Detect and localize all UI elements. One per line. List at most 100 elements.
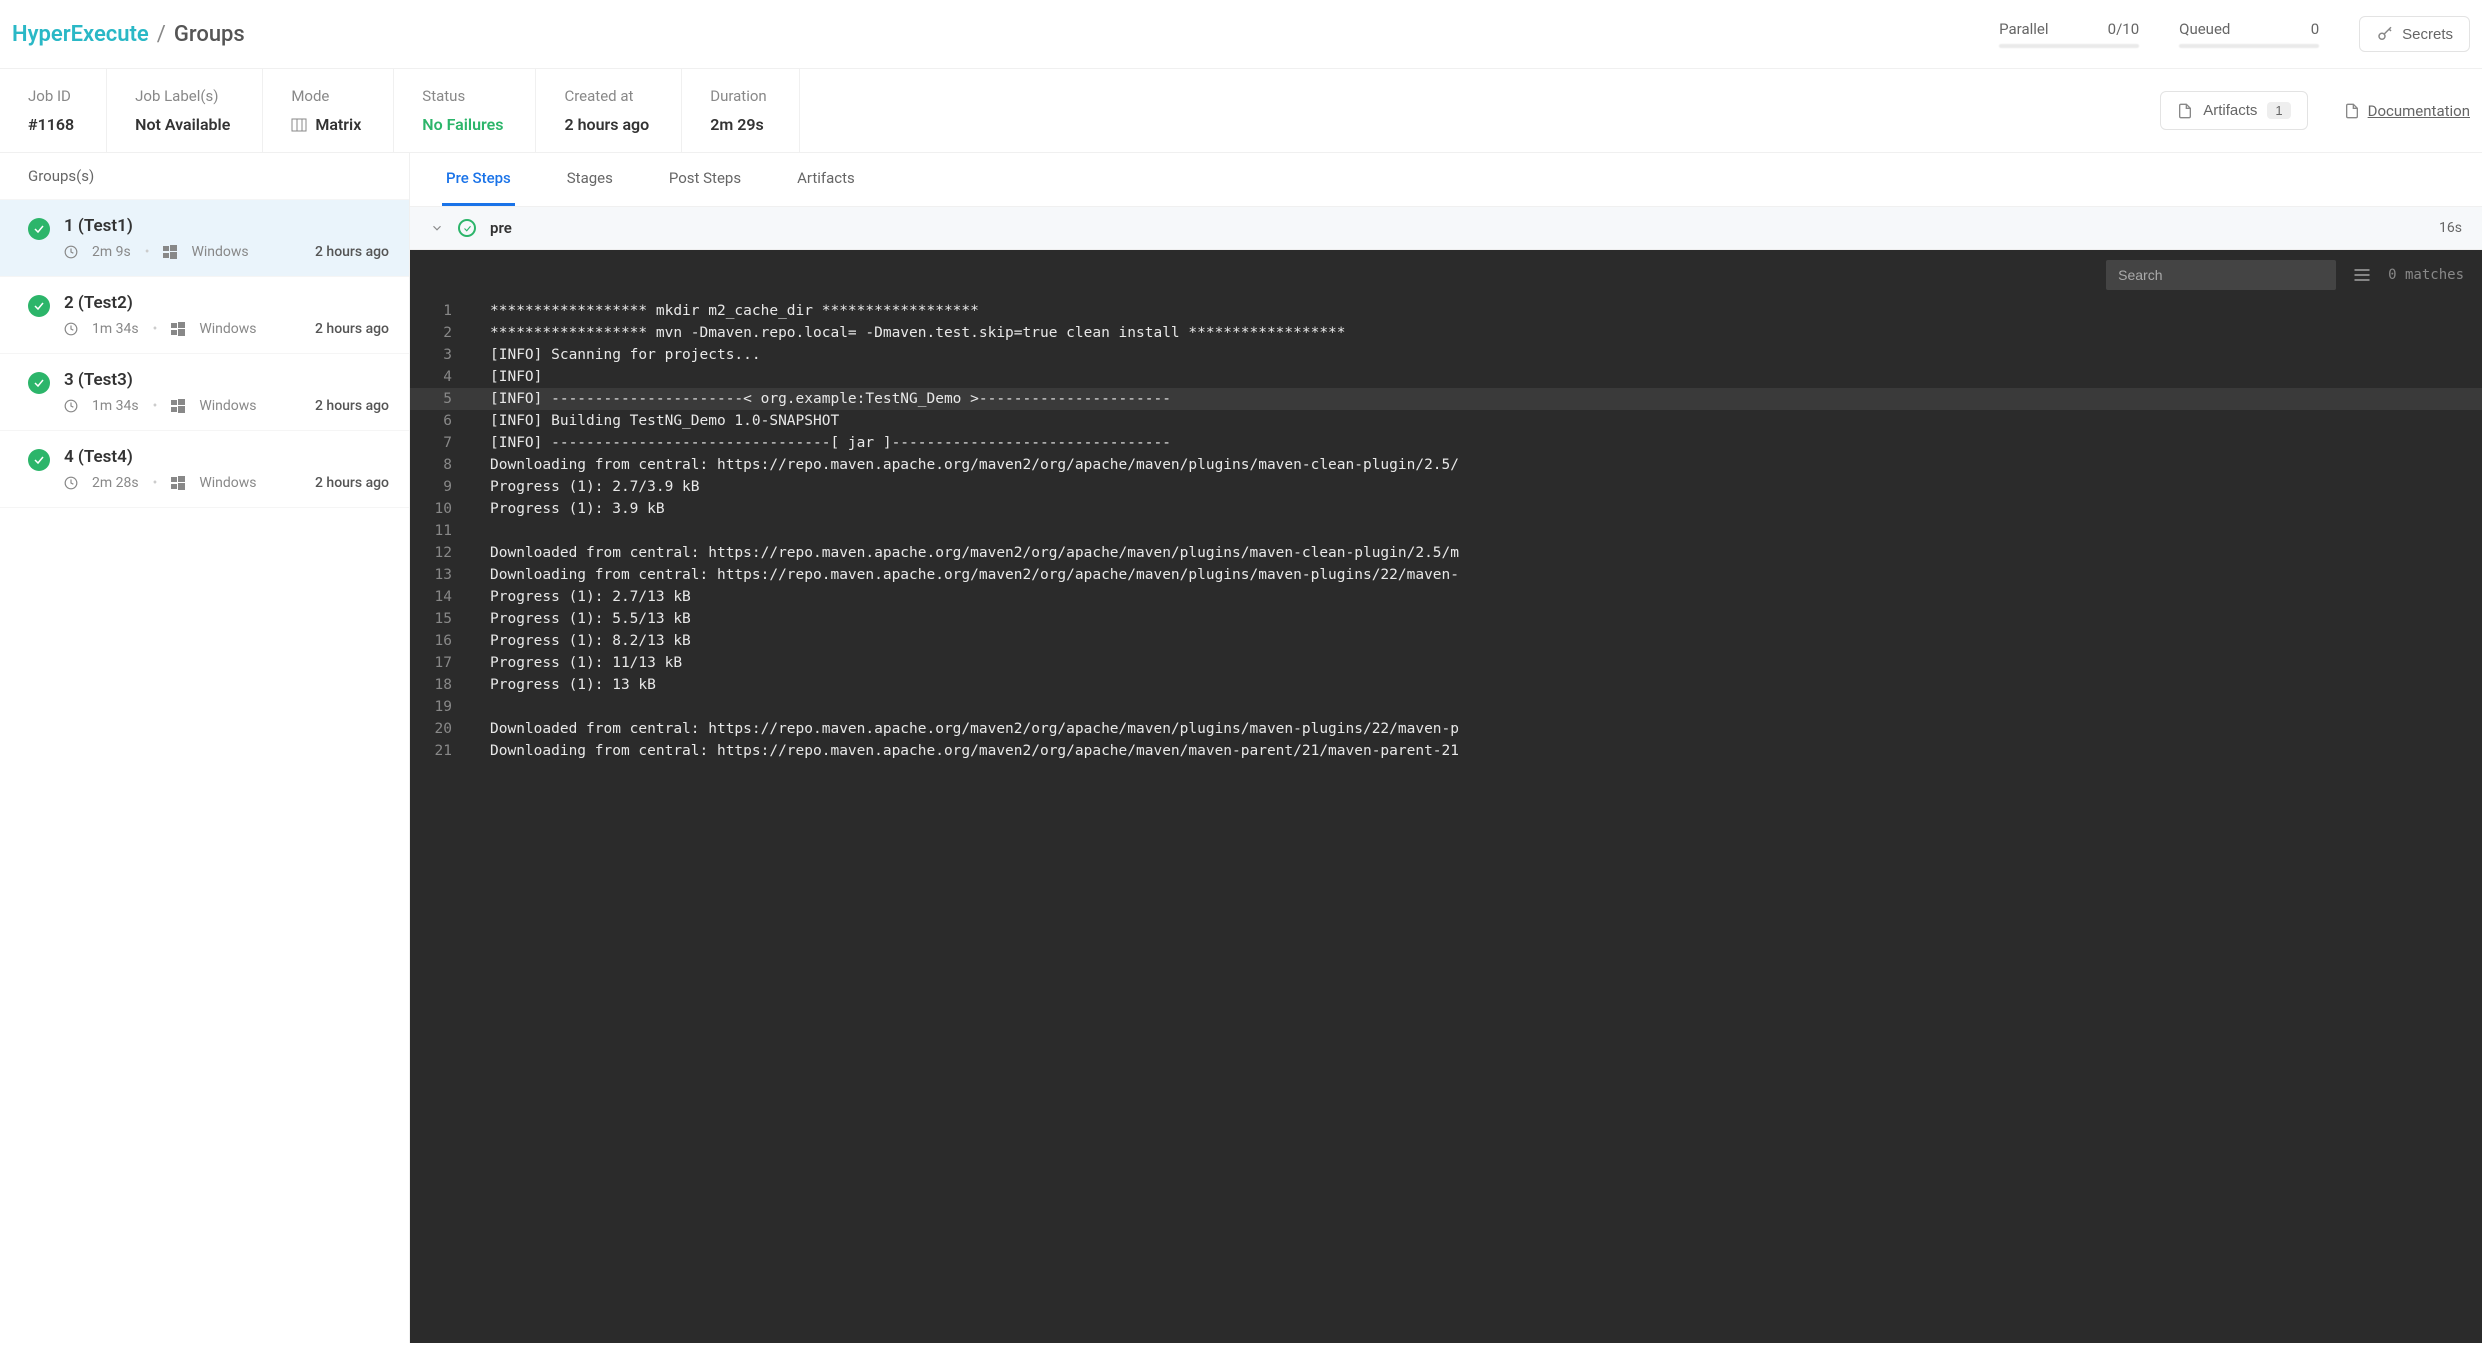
secrets-button[interactable]: Secrets (2359, 16, 2470, 52)
console-line: 5[INFO] ----------------------< org.exam… (410, 388, 2482, 410)
word-wrap-icon[interactable] (2352, 265, 2372, 285)
group-os: Windows (199, 475, 256, 491)
line-content: [INFO] Building TestNG_Demo 1.0-SNAPSHOT (470, 410, 839, 432)
line-number: 5 (410, 388, 470, 410)
line-content: [INFO] Scanning for projects... (470, 344, 761, 366)
key-icon (2376, 25, 2394, 43)
tab-post-steps[interactable]: Post Steps (665, 153, 745, 206)
line-content: Progress (1): 5.5/13 kB (470, 608, 691, 630)
clock-icon (64, 245, 78, 259)
meta-mode: Mode Matrix (263, 69, 394, 152)
group-item[interactable]: 2 (Test2) 1m 34s • Windows 2 hours ago (0, 277, 409, 354)
console-line: 12Downloaded from central: https://repo.… (410, 542, 2482, 564)
secrets-label: Secrets (2402, 26, 2453, 43)
brand-link[interactable]: HyperExecute (12, 22, 149, 47)
group-timeago: 2 hours ago (315, 475, 389, 491)
step-header[interactable]: pre 16s (410, 207, 2482, 250)
console-search-input[interactable] (2106, 260, 2336, 290)
console-line: 20Downloaded from central: https://repo.… (410, 718, 2482, 740)
clock-icon (64, 476, 78, 490)
queued-stat: Queued 0 (2179, 20, 2319, 48)
line-number: 3 (410, 344, 470, 366)
artifacts-button[interactable]: Artifacts 1 (2160, 91, 2307, 130)
parallel-stat: Parallel 0/10 (1999, 20, 2139, 48)
group-item[interactable]: 4 (Test4) 2m 28s • Windows 2 hours ago (0, 431, 409, 508)
console-line: 17Progress (1): 11/13 kB (410, 652, 2482, 674)
chevron-down-icon[interactable] (430, 221, 444, 235)
line-number: 15 (410, 608, 470, 630)
queued-label: Queued (2179, 20, 2230, 38)
content-pane: Pre Steps Stages Post Steps Artifacts pr… (410, 153, 2482, 1343)
line-number: 11 (410, 520, 470, 542)
group-timeago: 2 hours ago (315, 398, 389, 414)
step-name: pre (490, 219, 512, 237)
tabs: Pre Steps Stages Post Steps Artifacts (410, 153, 2482, 207)
line-content: Downloading from central: https://repo.m… (470, 454, 1459, 476)
console-body[interactable]: 1****************** mkdir m2_cache_dir *… (410, 300, 2482, 1343)
line-content: Progress (1): 8.2/13 kB (470, 630, 691, 652)
line-content: Progress (1): 3.9 kB (470, 498, 665, 520)
windows-icon (171, 322, 185, 336)
group-os: Windows (191, 244, 248, 260)
group-item[interactable]: 1 (Test1) 2m 9s • Windows 2 hours ago (0, 200, 409, 277)
tab-artifacts[interactable]: Artifacts (793, 153, 859, 206)
matrix-icon (291, 118, 307, 132)
success-icon (28, 372, 50, 394)
group-item[interactable]: 3 (Test3) 1m 34s • Windows 2 hours ago (0, 354, 409, 431)
tab-pre-steps[interactable]: Pre Steps (442, 153, 515, 206)
console-line: 15Progress (1): 5.5/13 kB (410, 608, 2482, 630)
clock-icon (64, 322, 78, 336)
line-number: 13 (410, 564, 470, 586)
group-duration: 1m 34s (92, 321, 139, 337)
artifacts-count-badge: 1 (2267, 102, 2290, 119)
line-number: 10 (410, 498, 470, 520)
meta-created: Created at 2 hours ago (536, 69, 682, 152)
windows-icon (171, 476, 185, 490)
line-content (470, 520, 490, 542)
queued-bar (2179, 44, 2319, 48)
artifacts-label: Artifacts (2203, 102, 2257, 119)
line-content: [INFO] --------------------------------[… (470, 432, 1171, 454)
line-content: Downloading from central: https://repo.m… (470, 740, 1459, 762)
line-number: 19 (410, 696, 470, 718)
parallel-label: Parallel (1999, 20, 2048, 38)
queued-value: 0 (2311, 20, 2319, 38)
line-number: 7 (410, 432, 470, 454)
line-number: 1 (410, 300, 470, 322)
clock-icon (64, 399, 78, 413)
meta-job-id: Job ID #1168 (0, 69, 107, 152)
group-title: 3 (Test3) (64, 370, 389, 390)
search-matches: 0 matches (2388, 267, 2464, 283)
line-number: 17 (410, 652, 470, 674)
line-content: Downloaded from central: https://repo.ma… (470, 718, 1459, 740)
line-content: Downloaded from central: https://repo.ma… (470, 542, 1459, 564)
group-title: 1 (Test1) (64, 216, 389, 236)
header-stats: Parallel 0/10 Queued 0 Secrets (1999, 16, 2470, 52)
top-header: HyperExecute / Groups Parallel 0/10 Queu… (0, 0, 2482, 69)
line-content: Progress (1): 11/13 kB (470, 652, 682, 674)
group-title: 2 (Test2) (64, 293, 389, 313)
job-meta-bar: Job ID #1168 Job Label(s) Not Available … (0, 69, 2482, 153)
meta-status: Status No Failures (394, 69, 536, 152)
line-number: 12 (410, 542, 470, 564)
success-icon (28, 218, 50, 240)
documentation-link[interactable]: Documentation (2344, 102, 2470, 120)
line-number: 9 (410, 476, 470, 498)
parallel-bar (1999, 44, 2139, 48)
line-content: [INFO] ----------------------< org.examp… (470, 388, 1171, 410)
console-line: 6[INFO] Building TestNG_Demo 1.0-SNAPSHO… (410, 410, 2482, 432)
group-timeago: 2 hours ago (315, 244, 389, 260)
group-duration: 2m 28s (92, 475, 139, 491)
line-content (470, 696, 490, 718)
tab-stages[interactable]: Stages (563, 153, 617, 206)
console-line: 11 (410, 520, 2482, 542)
meta-job-labels: Job Label(s) Not Available (107, 69, 263, 152)
breadcrumb-sep: / (157, 22, 166, 47)
console-line: 9Progress (1): 2.7/3.9 kB (410, 476, 2482, 498)
console-line: 2****************** mvn -Dmaven.repo.loc… (410, 322, 2482, 344)
console-line: 21Downloading from central: https://repo… (410, 740, 2482, 762)
line-content: ****************** mkdir m2_cache_dir **… (470, 300, 979, 322)
doc-label: Documentation (2368, 102, 2470, 120)
group-duration: 1m 34s (92, 398, 139, 414)
parallel-value: 0/10 (2108, 20, 2139, 38)
